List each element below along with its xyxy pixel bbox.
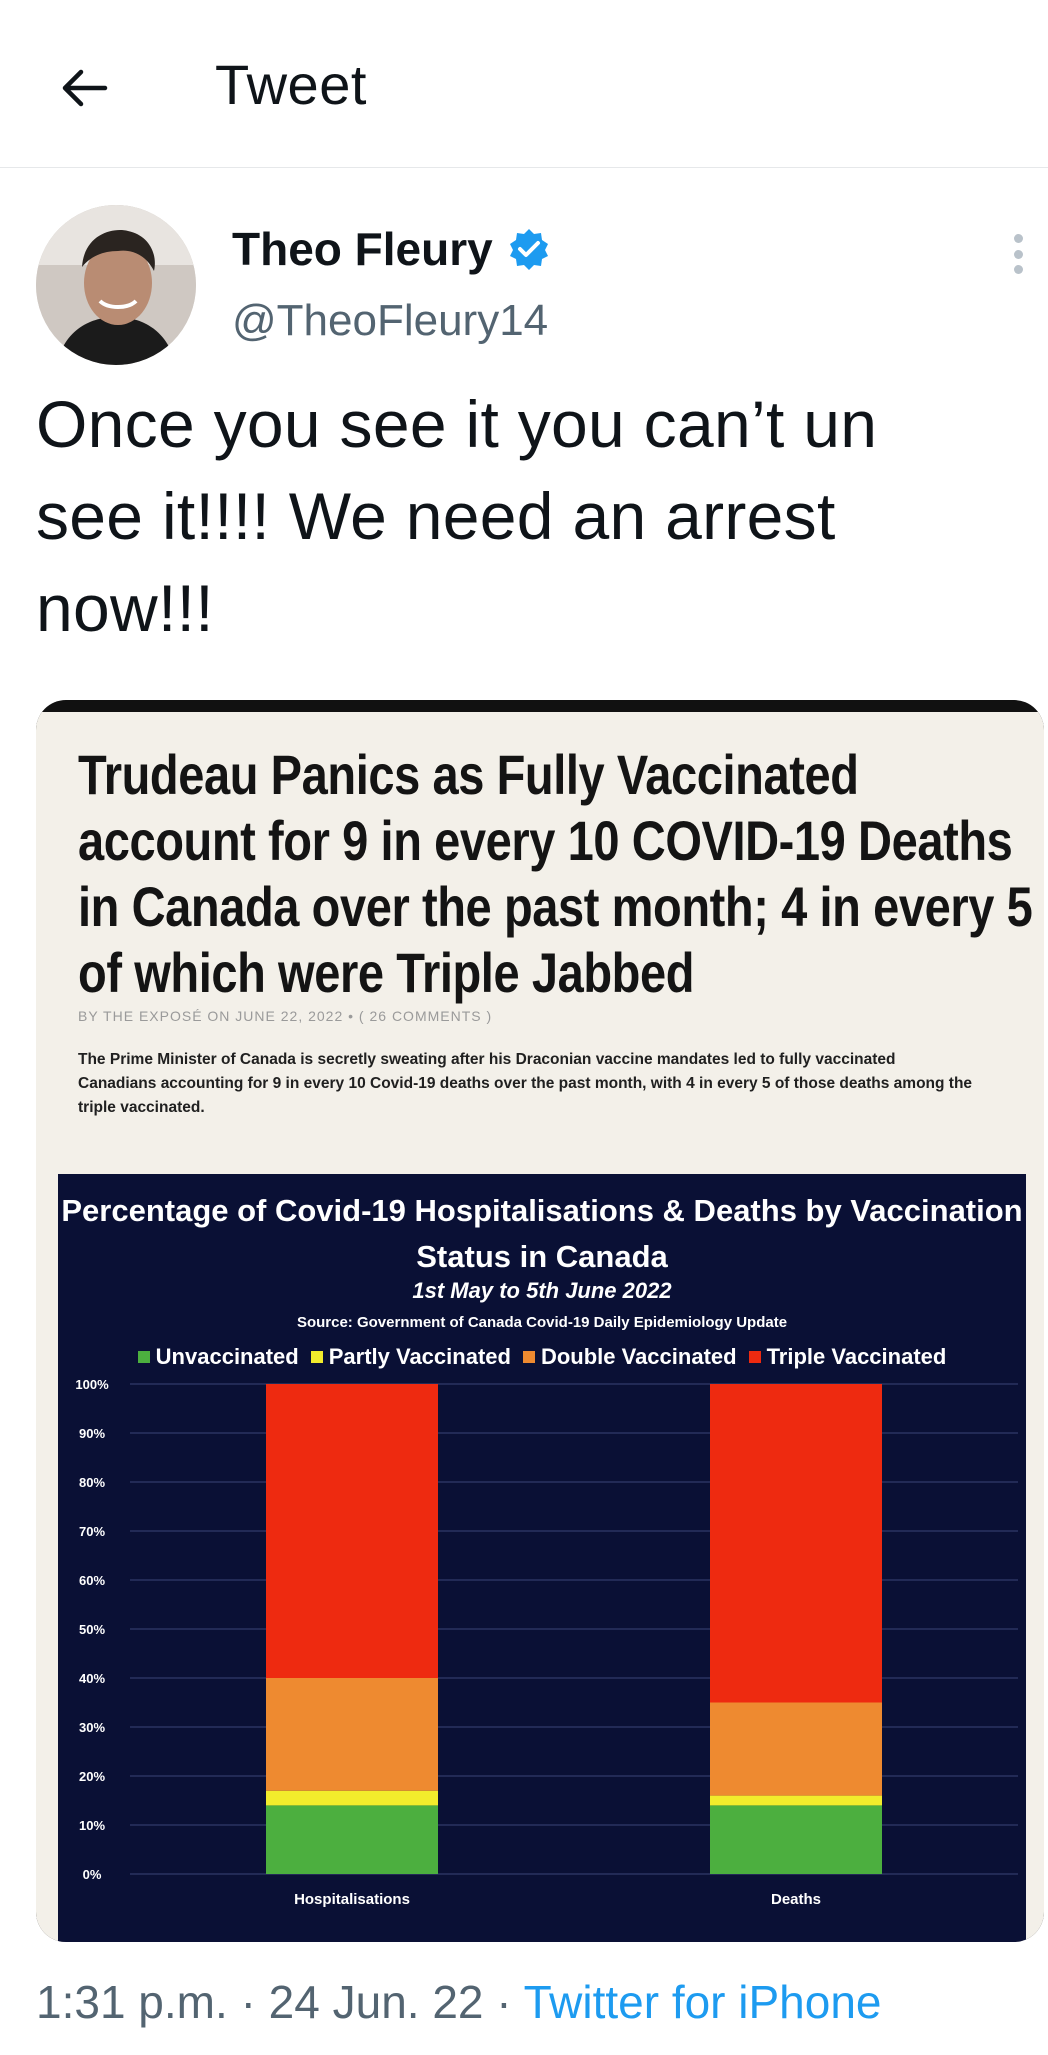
y-tick-label: 50% [79,1622,105,1637]
footer-separator: · [240,1976,256,2028]
chart-plot: 0% 10% 20% 30% 40% 50% 60% 70% 80% 90% 100% Hospita… [75,1377,1018,1908]
bar-segment-partly-vaccinated [710,1795,882,1806]
bar-segment-partly-vaccinated [266,1790,438,1806]
top-bar: Tweet [0,0,1048,168]
arrow-left-icon [62,69,108,107]
article-screenshot: Trudeau Panics as Fully Vaccinated accou… [36,712,1044,1942]
footer-separator: · [496,1976,512,2028]
bar-segment-triple-vaccinated [266,1384,438,1678]
article-summary: The Prime Minister of Canada is secretly… [78,1051,973,1116]
bar-segment-unvaccinated [266,1805,438,1874]
y-tick-label: 20% [79,1769,105,1784]
y-tick-label: 80% [79,1475,105,1490]
y-tick-label: 10% [79,1818,105,1833]
article-byline: BY THE EXPOSÉ ON JUNE 22, 2022 • ( 26 CO… [78,1008,493,1024]
back-button[interactable] [52,56,116,120]
y-tick-label: 70% [79,1524,105,1539]
bar-segment-unvaccinated [710,1805,882,1874]
tweet-footer: 1:31 p.m. · 24 Jun. 22 · Twitter for iPh… [36,1975,882,2029]
bar-segment-triple-vaccinated [710,1384,882,1703]
y-tick-label: 30% [79,1720,105,1735]
y-tick-label: 100% [75,1377,109,1392]
x-category-label: Deaths [771,1891,821,1908]
tweet-time[interactable]: 1:31 p.m. [36,1976,228,2028]
author-name-row[interactable]: Theo Fleury [232,222,551,276]
page-title: Tweet [215,53,367,116]
bar-segment-double-vaccinated [266,1678,438,1791]
avatar[interactable] [36,205,196,365]
tweet-text: Once you see it you can’t un see it!!!! … [36,387,878,645]
tweet-media-image[interactable]: Trudeau Panics as Fully Vaccinated accou… [36,700,1044,1942]
more-options-icon[interactable] [1000,230,1036,278]
tweet-client-link[interactable]: Twitter for iPhone [524,1976,882,2028]
y-tick-label: 0% [83,1867,102,1882]
x-category-label: Hospitalisations [294,1891,410,1908]
author-name[interactable]: Theo Fleury [232,222,493,276]
chart: Percentage of Covid-19 Hospitalisations … [58,1174,1026,1942]
y-tick-label: 60% [79,1573,105,1588]
verified-badge-icon [509,229,548,270]
y-tick-label: 40% [79,1671,105,1686]
y-tick-label: 90% [79,1426,105,1441]
article-headline: Trudeau Panics as Fully Vaccinated accou… [78,743,1033,1004]
author-handle[interactable]: @TheoFleury14 [232,296,548,346]
tweet-date[interactable]: 24 Jun. 22 [269,1976,484,2028]
bar-segment-double-vaccinated [710,1702,882,1796]
